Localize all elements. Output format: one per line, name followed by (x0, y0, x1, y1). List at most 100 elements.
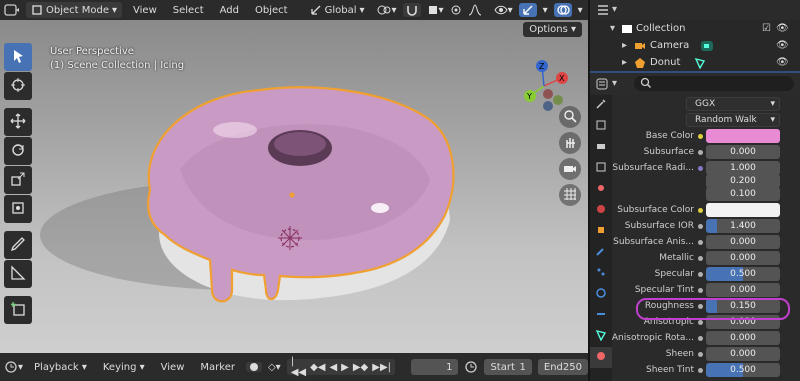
playback-menu[interactable]: Playback ▾ (29, 362, 92, 373)
tab-tool[interactable] (590, 95, 612, 116)
sheen-tint-slider[interactable]: 0.500 (706, 363, 780, 377)
end-frame-field[interactable]: End 250 (537, 359, 588, 375)
properties-search-input[interactable] (634, 76, 794, 91)
editor-type-icon[interactable] (4, 3, 20, 17)
tab-modifiers[interactable] (590, 242, 612, 263)
pivot-icon[interactable]: ▾ (376, 3, 397, 17)
snap-increment-icon[interactable]: ▾ (427, 4, 444, 16)
tab-particles[interactable] (590, 263, 612, 284)
tab-data[interactable] (590, 326, 612, 347)
eye-icon[interactable]: 👁 (776, 40, 789, 51)
add-cube-tool[interactable] (4, 296, 32, 324)
measure-tool[interactable] (4, 260, 32, 288)
anisotropic-rota-slider[interactable]: 0.000 (706, 331, 780, 345)
transform-orientation-dropdown[interactable]: Global ▾ (305, 2, 370, 18)
subsurface-radius-field[interactable]: 0.100 (706, 187, 780, 201)
menu-select[interactable]: Select (168, 5, 209, 16)
jump-start-icon[interactable]: |◀◀ (291, 356, 306, 378)
eye-icon[interactable]: 👁 (776, 57, 789, 68)
socket-dot-icon[interactable] (698, 367, 703, 373)
menu-view[interactable]: View (128, 5, 162, 16)
tab-view-layer[interactable] (590, 158, 612, 179)
cursor-tool[interactable] (4, 72, 32, 100)
options-dropdown[interactable]: Options ▾ (523, 22, 582, 37)
3d-viewport[interactable]: Options ▾ User Perspective (1) Scene Col… (0, 20, 588, 353)
menu-object[interactable]: Object (250, 5, 293, 16)
falloff-icon[interactable] (468, 4, 482, 16)
socket-dot-icon[interactable] (698, 207, 703, 213)
annotate-tool[interactable] (4, 231, 32, 259)
socket-dot-icon[interactable] (698, 165, 703, 171)
timeline-view-menu[interactable]: View (156, 362, 190, 373)
subsurface-slider[interactable]: 0.000 (706, 145, 780, 159)
subsurface-anis-slider[interactable]: 0.000 (706, 235, 780, 249)
marker-menu[interactable]: Marker (195, 362, 240, 373)
distribution-dropdown[interactable]: GGX ▾ (686, 97, 780, 111)
subsurface-color-swatch[interactable] (706, 203, 780, 217)
tab-world[interactable] (590, 200, 612, 221)
clock-icon[interactable] (464, 360, 478, 374)
navigation-gizmo[interactable]: X Y Z (518, 54, 578, 114)
camera-view-button[interactable] (559, 158, 581, 180)
tab-constraints[interactable] (590, 305, 612, 326)
menu-add[interactable]: Add (215, 5, 244, 16)
eye-icon[interactable]: 👁 (776, 23, 789, 34)
play-icon[interactable]: ▶ (341, 362, 349, 373)
socket-dot-icon[interactable] (698, 271, 703, 277)
start-frame-field[interactable]: Start 1 (484, 359, 532, 375)
specular-tint-slider[interactable]: 0.000 (706, 283, 780, 297)
sheen-slider[interactable]: 0.000 (706, 347, 780, 361)
ortho-toggle-button[interactable] (559, 184, 581, 206)
socket-dot-icon[interactable] (698, 255, 703, 261)
socket-dot-icon[interactable] (698, 239, 703, 245)
tab-scene[interactable] (590, 179, 612, 200)
outliner-item-donut[interactable]: ▸ Donut 👁 (590, 54, 800, 71)
rotate-tool[interactable] (4, 137, 32, 165)
transform-tool[interactable] (4, 195, 32, 223)
properties-editor-icon[interactable] (596, 77, 612, 91)
prev-keyframe-icon[interactable]: ◆◀ (310, 362, 325, 373)
collapse-arrow-icon[interactable]: ▾ (610, 23, 615, 34)
current-frame-field[interactable]: 1 (411, 359, 459, 375)
zoom-button[interactable] (559, 106, 581, 128)
proportional-edit-icon[interactable] (450, 4, 462, 16)
move-tool[interactable] (4, 108, 32, 136)
next-keyframe-icon[interactable]: ▶◆ (353, 362, 368, 373)
tab-object[interactable] (590, 221, 612, 242)
select-box-tool[interactable] (4, 43, 32, 71)
jump-end-icon[interactable]: ▶▶| (372, 362, 391, 373)
outliner-item-camera[interactable]: ▸ Camera 👁 (590, 37, 800, 54)
object-mode-dropdown[interactable]: Object Mode ▾ (26, 2, 123, 18)
outliner-item-collection[interactable]: ▾ Collection ☑ 👁 (590, 20, 800, 37)
record-icon[interactable] (245, 362, 262, 372)
expand-arrow-icon[interactable]: ▸ (622, 40, 627, 51)
gizmo-toggle-icon[interactable] (518, 3, 537, 17)
tab-physics[interactable] (590, 284, 612, 305)
timeline-editor-icon[interactable]: ▾ (4, 360, 23, 374)
socket-dot-icon[interactable] (698, 319, 703, 325)
tab-material[interactable] (590, 347, 612, 368)
visibility-icon[interactable]: ▾ (493, 4, 513, 16)
checkbox-icon[interactable]: ☑ (762, 23, 771, 34)
socket-dot-icon[interactable] (698, 149, 703, 155)
specular-slider[interactable]: 0.500 (706, 267, 780, 281)
tab-output[interactable] (590, 137, 612, 158)
metallic-slider[interactable]: 0.000 (706, 251, 780, 265)
pan-button[interactable] (559, 132, 581, 154)
socket-dot-icon[interactable] (698, 223, 703, 229)
keying-menu[interactable]: Keying ▾ (98, 362, 150, 373)
play-reverse-icon[interactable]: ◀ (329, 362, 337, 373)
expand-arrow-icon[interactable]: ▸ (622, 57, 627, 68)
snap-icon[interactable] (402, 3, 421, 17)
overlays-icon[interactable] (553, 3, 572, 17)
socket-dot-icon[interactable] (698, 351, 703, 357)
scale-tool[interactable] (4, 166, 32, 194)
subsurface-ior-slider[interactable]: 1.400 (706, 219, 780, 233)
socket-dot-icon[interactable] (698, 133, 703, 139)
keyframe-type-icon[interactable]: ◇▾ (268, 362, 281, 373)
socket-dot-icon[interactable] (698, 287, 703, 293)
subsurface-method-dropdown[interactable]: Random Walk ▾ (686, 113, 780, 127)
socket-dot-icon[interactable] (698, 335, 703, 341)
tab-render[interactable] (590, 116, 612, 137)
base-color-swatch[interactable] (706, 129, 780, 143)
